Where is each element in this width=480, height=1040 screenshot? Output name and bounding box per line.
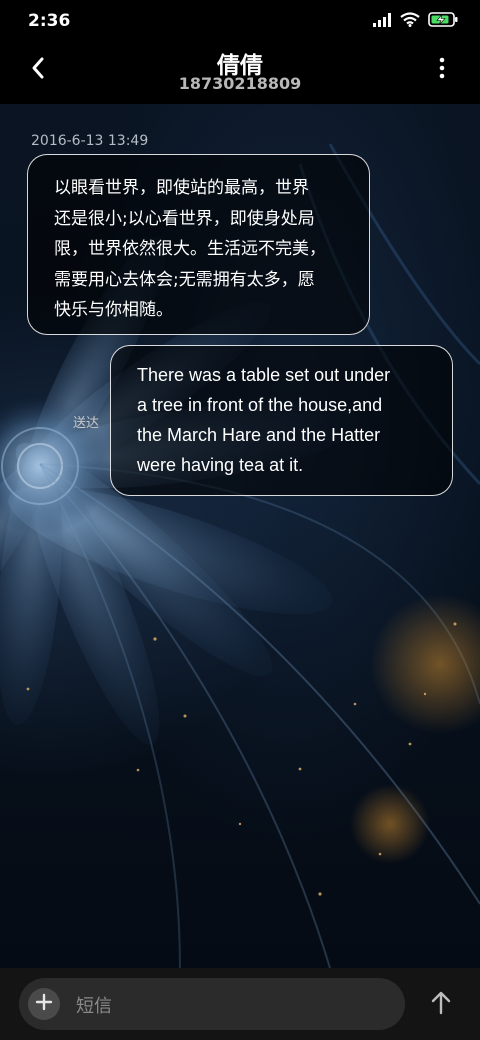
message-timestamp: 2016-6-13 13:49	[31, 133, 149, 149]
message-line: 限，世界依然很大。生活远不完美，	[54, 239, 326, 259]
messaging-screen: 2:36 倩倩 18730218809 2016-6-13 13:49 以眼看世…	[0, 0, 480, 1040]
delivery-status: 送达	[73, 416, 100, 431]
status-icons	[373, 11, 458, 31]
message-line: 还是很小;以心看世界，即使身处局	[54, 208, 315, 229]
status-bar: 2:36	[0, 0, 480, 42]
more-vertical-icon	[439, 57, 445, 83]
message-input[interactable]: 短信	[19, 978, 405, 1030]
input-placeholder: 短信	[76, 996, 112, 1017]
message-line: 以眼看世界，即使站的最高，世界	[54, 178, 309, 198]
message-line: 需要用心去体会;无需拥有太多，愿	[54, 269, 315, 290]
message-line: were having tea at it.	[137, 455, 304, 475]
arrow-up-icon	[431, 991, 451, 1019]
more-options-button[interactable]	[426, 54, 458, 86]
conversation-header: 倩倩 18730218809	[0, 42, 480, 104]
signal-icon	[373, 12, 392, 31]
plus-icon	[35, 993, 53, 1015]
wifi-icon	[400, 11, 420, 31]
received-message-bubble[interactable]: 以眼看世界，即使站的最高，世界 还是很小;以心看世界，即使身处局 限，世界依然很…	[27, 154, 370, 335]
contact-number: 18730218809	[178, 74, 302, 93]
message-line: a tree in front of the house,and	[137, 395, 383, 415]
message-composer: 短信	[0, 968, 480, 1040]
message-line: 快乐与你相随。	[54, 300, 173, 320]
sent-message-bubble[interactable]: There was a table set out under a tree i…	[110, 345, 453, 496]
battery-charging-icon	[428, 11, 458, 31]
status-time: 2:36	[28, 11, 71, 31]
message-line: the March Hare and the Hatter	[137, 425, 381, 445]
send-button[interactable]	[424, 988, 458, 1022]
message-line: There was a table set out under	[137, 365, 391, 385]
add-attachment-button[interactable]	[28, 988, 60, 1020]
